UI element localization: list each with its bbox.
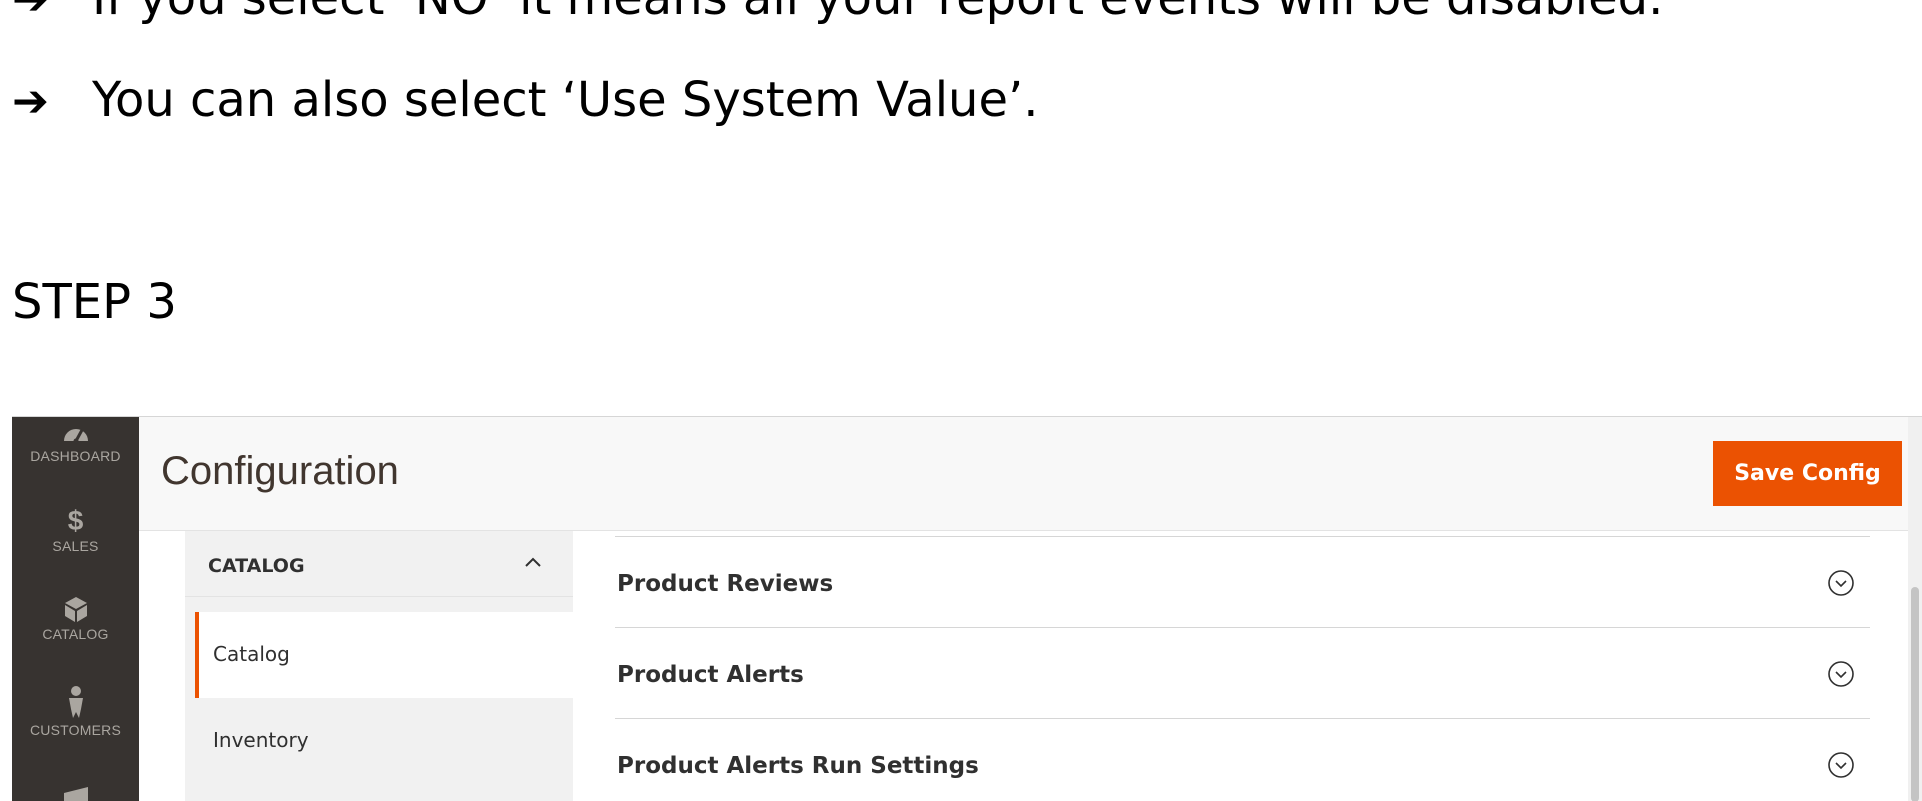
- arrow-icon: ➔: [12, 76, 49, 127]
- page-header: Configuration Save Config: [139, 417, 1922, 531]
- nav-item-catalog[interactable]: CATALOG: [12, 595, 139, 642]
- arrow-icon: ➔: [12, 0, 92, 22]
- group-title: Product Alerts: [617, 662, 804, 688]
- nav-label: DASHBOARD: [30, 448, 121, 464]
- cube-icon: [64, 597, 87, 622]
- stores-icon[interactable]: [62, 783, 90, 801]
- admin-sidebar: DASHBOARD $ SALES CATALOG CUSTOMERS: [12, 417, 139, 801]
- scrollbar[interactable]: [1908, 417, 1922, 801]
- group-product-alerts-run-settings[interactable]: Product Alerts Run Settings: [615, 718, 1870, 801]
- admin-screenshot: DASHBOARD $ SALES CATALOG CUSTOMERS Conf: [12, 416, 1922, 801]
- group-title: Product Alerts Run Settings: [617, 753, 979, 779]
- tab-label: Catalog: [213, 642, 290, 666]
- person-icon: [68, 686, 83, 718]
- tab-label: Inventory: [213, 728, 309, 752]
- catalog-section-header[interactable]: CATALOG: [185, 531, 573, 597]
- nav-item-customers[interactable]: CUSTOMERS: [12, 685, 139, 738]
- nav-item-dashboard[interactable]: DASHBOARD: [12, 421, 139, 464]
- group-title: Product Reviews: [617, 571, 834, 597]
- expand-circle-icon[interactable]: [1827, 569, 1855, 597]
- section-title: CATALOG: [208, 555, 305, 577]
- dollar-icon: $: [67, 505, 84, 536]
- nav-label: CATALOG: [42, 626, 109, 642]
- config-tabs-panel: CATALOG Catalog Inventory: [185, 531, 573, 801]
- instruction-text: If you select ‘NO’ it means all your rep…: [92, 0, 1663, 26]
- step-heading: STEP 3: [12, 274, 177, 330]
- chevron-up-icon: [525, 557, 541, 567]
- nav-label: CUSTOMERS: [30, 722, 121, 738]
- instruction-text: You can also select ‘Use System Value’.: [92, 72, 1039, 128]
- group-product-alerts[interactable]: Product Alerts: [615, 627, 1870, 718]
- tab-catalog[interactable]: Catalog: [195, 612, 573, 698]
- instruction-line: ➔If you select ‘NO’ it means all your re…: [12, 0, 1663, 22]
- nav-item-sales[interactable]: $ SALES: [12, 505, 139, 555]
- dashboard-icon: [63, 429, 88, 444]
- instruction-line: ➔ You can also select ‘Use System Value’.: [12, 76, 1039, 124]
- save-config-button[interactable]: Save Config: [1713, 441, 1902, 506]
- expand-circle-icon[interactable]: [1827, 751, 1855, 779]
- expand-circle-icon[interactable]: [1827, 660, 1855, 688]
- group-product-reviews[interactable]: Product Reviews: [615, 536, 1870, 627]
- tab-inventory[interactable]: Inventory: [195, 698, 573, 784]
- page-title: Configuration: [161, 449, 399, 493]
- nav-label: SALES: [52, 538, 99, 554]
- scrollbar-thumb[interactable]: [1911, 587, 1919, 801]
